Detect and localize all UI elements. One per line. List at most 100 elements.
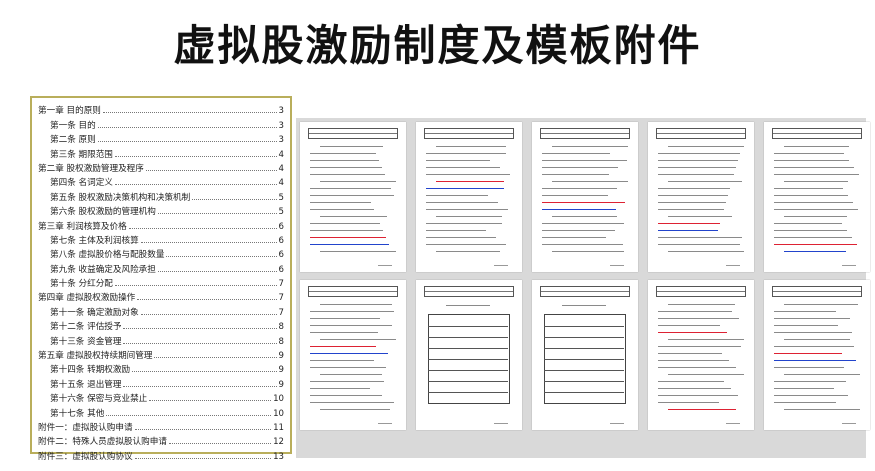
text-line xyxy=(668,304,735,305)
text-line xyxy=(426,160,490,161)
form-row-line xyxy=(544,381,624,382)
toc-entry-page: 10 xyxy=(273,408,284,419)
text-line xyxy=(774,395,848,396)
text-line xyxy=(774,325,838,326)
text-line xyxy=(774,188,843,189)
text-line xyxy=(542,223,624,224)
text-line xyxy=(310,230,383,231)
toc-entry-page: 7 xyxy=(278,279,284,290)
text-line xyxy=(784,216,847,217)
page-number-mark xyxy=(494,423,508,424)
text-line xyxy=(658,195,728,196)
toc-entry-title: 第八条 虚拟股价格与配股数量 xyxy=(50,250,165,261)
text-line xyxy=(542,244,623,245)
text-line xyxy=(310,311,394,312)
text-line xyxy=(774,381,846,382)
text-line xyxy=(426,244,506,245)
document-page-thumbnail xyxy=(532,122,638,272)
toc-entry: 第三章 利润核算及价格 6 xyxy=(38,217,284,232)
text-line xyxy=(310,402,394,403)
document-page-thumbnail xyxy=(416,280,522,430)
text-line xyxy=(658,153,740,154)
text-line xyxy=(658,395,738,396)
toc-entry-page: 4 xyxy=(278,178,284,189)
toc-entry: 第二条 原则 3 xyxy=(38,131,284,145)
text-line xyxy=(784,251,846,252)
toc-entry-title: 第十四条 转期权激励 xyxy=(50,365,131,376)
text-line xyxy=(310,167,382,168)
text-line xyxy=(784,339,850,340)
toc-entry-title: 第十七条 其他 xyxy=(50,408,105,419)
text-line xyxy=(774,195,848,196)
text-line xyxy=(774,160,849,161)
page-number-mark xyxy=(842,265,856,266)
text-line xyxy=(310,346,376,347)
toc-entry-page: 3 xyxy=(278,135,284,146)
text-line xyxy=(658,311,732,312)
text-line xyxy=(310,237,386,238)
toc-leader-dots xyxy=(168,443,272,445)
text-line xyxy=(774,360,856,361)
text-line xyxy=(658,332,727,333)
toc-entry-page: 6 xyxy=(278,250,284,261)
document-page-thumbnail xyxy=(648,280,754,430)
text-line xyxy=(784,374,860,375)
text-line xyxy=(774,388,834,389)
toc-entry: 第十四条 转期权激励 9 xyxy=(38,361,284,375)
text-line xyxy=(774,202,853,203)
text-line xyxy=(774,237,852,238)
toc-entry-title: 第十三条 资金管理 xyxy=(50,336,122,347)
text-line xyxy=(542,195,608,196)
toc-leader-dots xyxy=(102,112,277,114)
text-line xyxy=(436,181,504,182)
toc-entry-title: 第一章 目的原则 xyxy=(38,106,101,117)
toc-entry: 第十一条 确定激励对象 7 xyxy=(38,303,284,318)
text-line xyxy=(310,360,374,361)
document-page-thumbnail xyxy=(416,122,522,272)
toc-entry-page: 9 xyxy=(278,379,284,390)
toc-entry-page: 4 xyxy=(278,149,284,160)
toc-entry: 第十七条 其他 10 xyxy=(38,404,284,419)
toc-leader-dots xyxy=(97,126,277,128)
toc-entry-title: 附件三：虚拟股认购协议 xyxy=(38,451,133,462)
text-line xyxy=(658,244,740,245)
toc-entry-title: 第十六条 保密与竞业禁止 xyxy=(50,394,148,405)
page-number-mark xyxy=(842,423,856,424)
text-line xyxy=(320,181,396,182)
toc-entry: 第二章 股权激励管理及程序 4 xyxy=(38,160,284,174)
text-line xyxy=(774,209,858,210)
text-line xyxy=(542,160,627,161)
text-line xyxy=(320,146,383,147)
text-line xyxy=(310,174,385,175)
toc-entry: 第三条 期限范围 4 xyxy=(38,145,284,160)
text-line xyxy=(310,223,380,224)
document-page-thumbnail xyxy=(300,280,406,430)
toc-entry-title: 第十条 分红分配 xyxy=(50,279,113,290)
toc-entry-title: 附件一：虚拟股认购申请 xyxy=(38,422,133,433)
toc-entry-page: 8 xyxy=(278,336,284,347)
text-line xyxy=(774,167,854,168)
text-line xyxy=(668,181,742,182)
text-line xyxy=(426,188,504,189)
text-line xyxy=(658,209,724,210)
text-line xyxy=(658,230,718,231)
toc-leader-dots xyxy=(114,285,277,287)
page-title: 虚拟股激励制度及模板附件 xyxy=(173,21,702,70)
form-row-line xyxy=(428,337,508,338)
toc-entry: 第十条 分红分配 7 xyxy=(38,275,284,289)
text-line xyxy=(310,318,380,319)
form-row-line xyxy=(428,348,508,349)
toc-entry-page: 8 xyxy=(278,322,284,333)
page-header-block xyxy=(424,128,514,139)
text-line xyxy=(774,402,836,403)
text-line xyxy=(774,223,842,224)
text-line xyxy=(310,367,386,368)
toc-entry-title: 第六条 股权激励的管理机构 xyxy=(50,207,156,218)
text-line xyxy=(426,202,498,203)
text-line xyxy=(658,223,720,224)
page-number-mark xyxy=(726,423,740,424)
toc-entry-title: 第七条 主体及利润核算 xyxy=(50,235,139,246)
toc-entry-title: 第三条 期限范围 xyxy=(50,149,113,160)
toc-leader-dots xyxy=(192,198,277,200)
text-line xyxy=(784,181,848,182)
